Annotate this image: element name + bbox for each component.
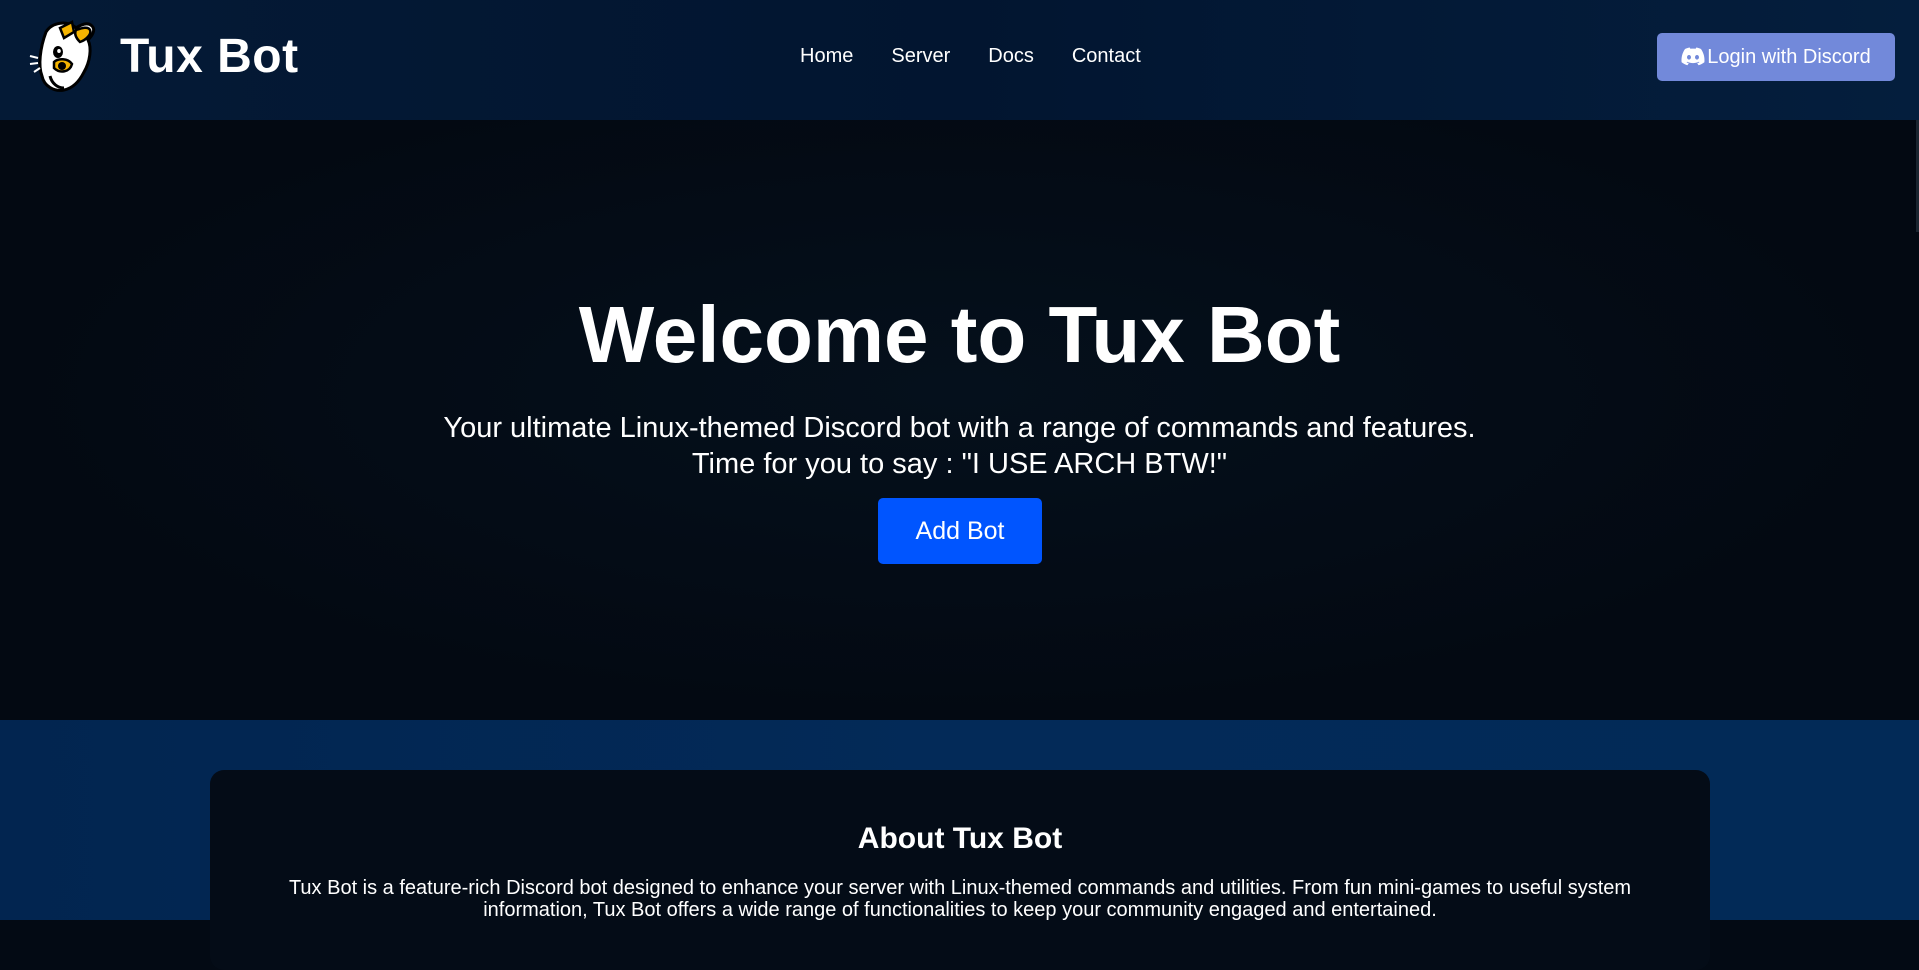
about-title: About Tux Bot (857, 822, 1063, 855)
login-button-label: Login with Discord (1707, 45, 1871, 68)
about-section: About Tux Bot Tux Bot is a feature-rich … (0, 720, 1919, 970)
about-text: Tux Bot is a feature-rich Discord bot de… (288, 877, 1632, 921)
nav-link-docs[interactable]: Docs (988, 45, 1034, 68)
add-bot-button[interactable]: Add Bot (878, 498, 1042, 564)
about-card: About Tux Bot Tux Bot is a feature-rich … (210, 770, 1710, 970)
hero-title: Welcome to Tux Bot (578, 290, 1341, 379)
nav-link-home[interactable]: Home (800, 45, 853, 68)
navbar: Tux Bot Home Server Docs Contact Login w… (0, 0, 1919, 120)
brand-name: Tux Bot (120, 29, 299, 83)
login-with-discord-button[interactable]: Login with Discord (1657, 33, 1895, 81)
nav-links: Home Server Docs Contact (800, 45, 1179, 68)
hero-subtitle: Your ultimate Linux-themed Discord bot w… (0, 410, 1919, 482)
hero-subtitle-line-2: Time for you to say : "I USE ARCH BTW!" (691, 448, 1228, 480)
hero-subtitle-line-1: Your ultimate Linux-themed Discord bot w… (443, 412, 1476, 444)
brand[interactable]: Tux Bot (26, 18, 299, 94)
hero-section: Welcome to Tux Bot Your ultimate Linux-t… (0, 120, 1919, 720)
nav-link-server[interactable]: Server (891, 45, 950, 68)
discord-icon (1681, 47, 1705, 66)
nav-link-contact[interactable]: Contact (1072, 45, 1141, 68)
tux-penguin-logo (29, 20, 96, 92)
